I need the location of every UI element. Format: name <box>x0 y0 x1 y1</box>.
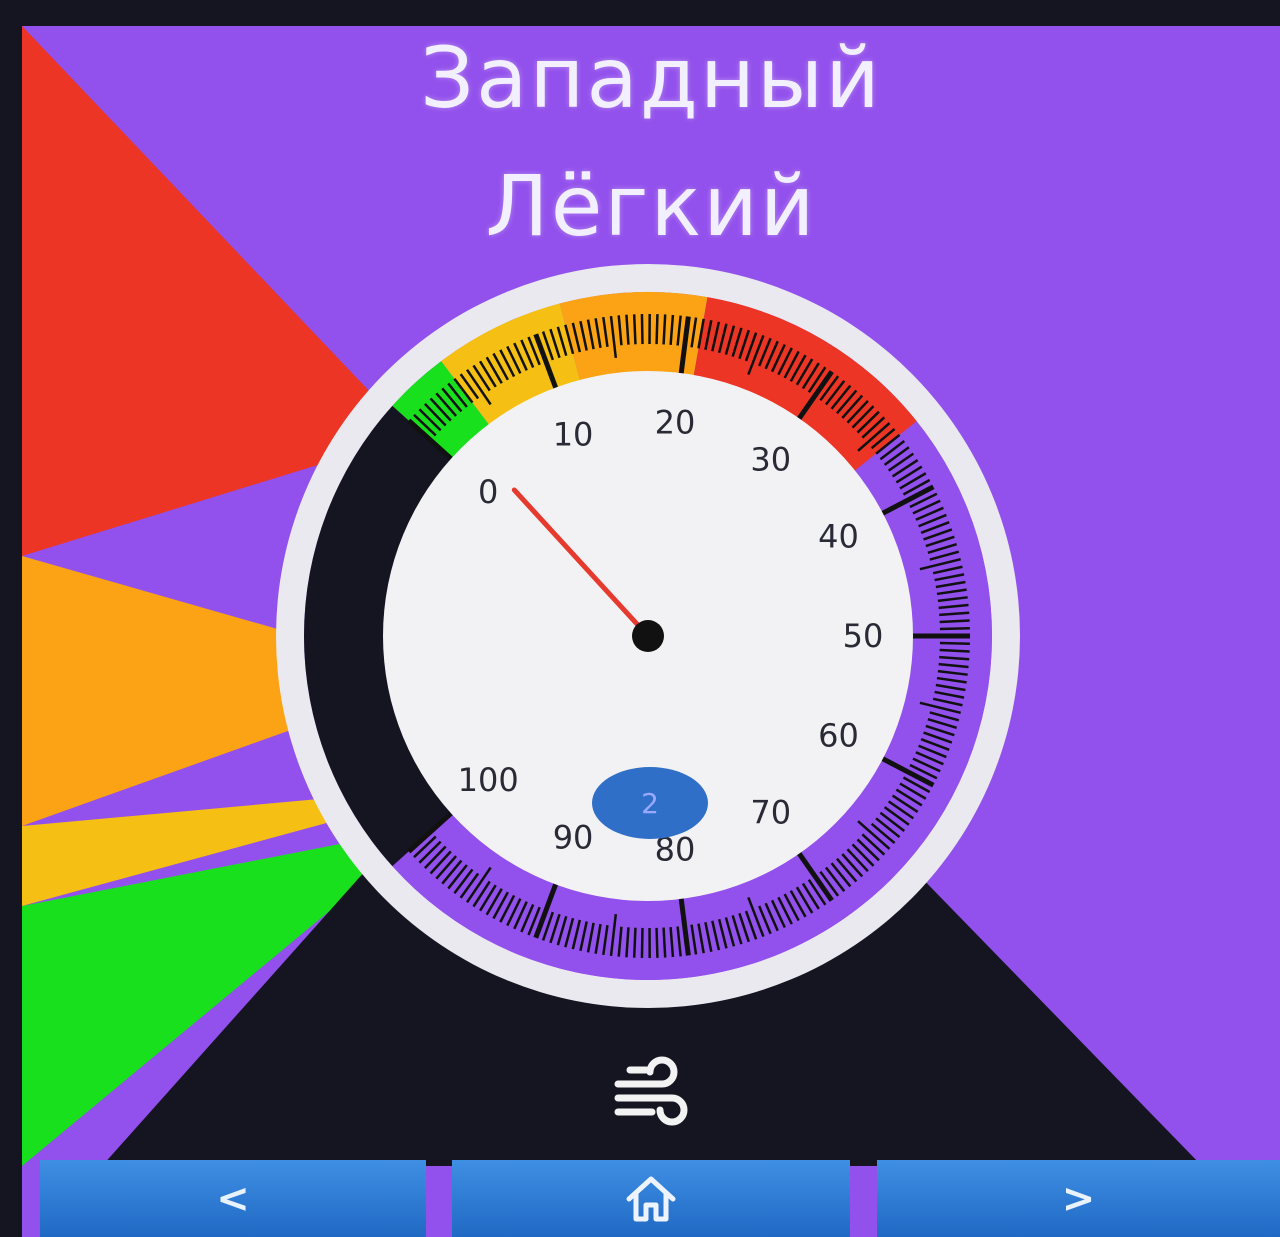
home-icon <box>626 1176 676 1221</box>
gauge-minor-tick <box>662 927 667 958</box>
gauge-label-70: 70 <box>750 794 791 832</box>
prev-button[interactable]: < <box>40 1160 426 1237</box>
gauge-label-50: 50 <box>843 617 884 655</box>
gauge-minor-tick <box>655 314 659 345</box>
gauge-label-20: 20 <box>655 404 696 442</box>
gauge-minor-tick <box>662 314 667 345</box>
gauge-needle-hub <box>632 620 664 652</box>
bottom-nav-bar: < > <box>22 1160 1280 1237</box>
value-badge-label: 2 <box>641 787 659 820</box>
gauge-minor-tick <box>939 641 970 646</box>
gauge-label-90: 90 <box>553 819 594 857</box>
gauge-label-40: 40 <box>818 517 859 555</box>
gauge-minor-tick <box>640 314 644 345</box>
gauge-label-10: 10 <box>553 415 594 453</box>
gauge-minor-tick <box>939 626 970 631</box>
next-button[interactable]: > <box>877 1160 1280 1237</box>
gauge-minor-tick <box>632 927 637 958</box>
gauge-label-60: 60 <box>818 717 859 755</box>
gauge-label-30: 30 <box>750 440 791 478</box>
wind-icon <box>614 1056 688 1126</box>
chevron-right-icon: > <box>1061 1175 1096 1222</box>
display-screen: Западный Лёгкий 0 10 20 30 40 50 60 70 80 90 100 2… <box>22 26 1280 1237</box>
gauge-minor-tick <box>632 314 637 345</box>
gauge-minor-tick <box>939 648 970 653</box>
chevron-left-icon: < <box>216 1175 250 1222</box>
home-button[interactable] <box>452 1160 850 1237</box>
gauge-label-0: 0 <box>478 473 498 511</box>
gauge-minor-tick <box>655 927 659 958</box>
gauge-minor-tick <box>640 927 644 958</box>
gauge-minor-tick <box>939 619 970 624</box>
gauge-label-100: 100 <box>458 761 519 799</box>
